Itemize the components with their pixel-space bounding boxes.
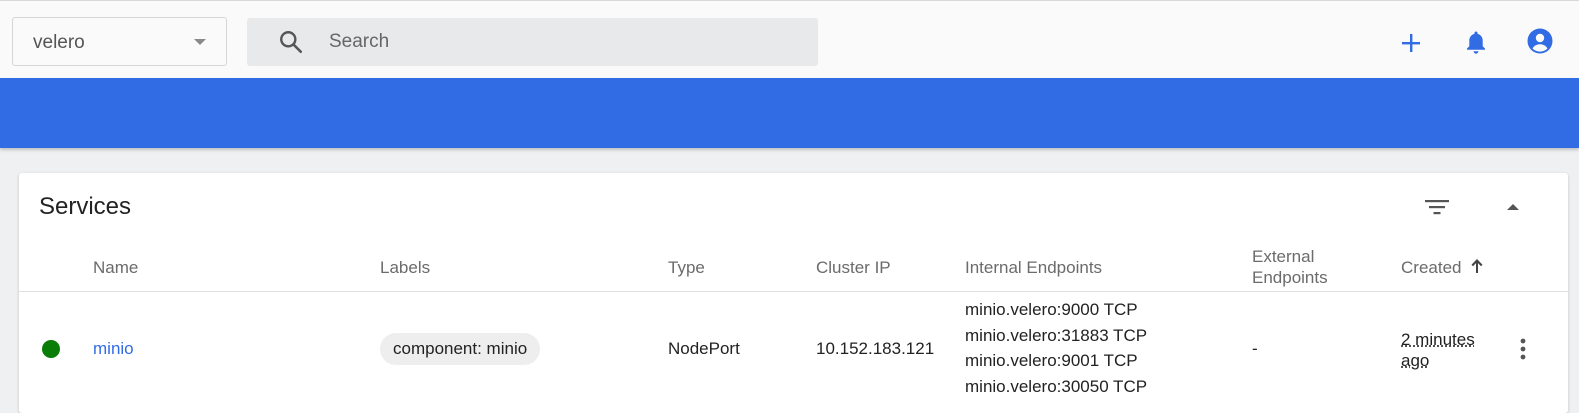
account-button[interactable] — [1522, 23, 1558, 59]
column-header-external-line2: Endpoints — [1252, 268, 1328, 287]
filter-icon — [1425, 200, 1449, 215]
search-icon — [280, 31, 303, 54]
status-indicator-icon — [42, 340, 60, 358]
column-header-external-endpoints: External Endpoints — [1252, 246, 1328, 288]
column-header-internal-endpoints: Internal Endpoints — [965, 258, 1103, 277]
column-header-name[interactable]: Name — [93, 257, 138, 278]
namespace-selector[interactable]: velero — [12, 17, 227, 66]
filter-button[interactable] — [1419, 189, 1455, 225]
column-header-external-line1: External — [1252, 247, 1315, 266]
search-bar — [247, 18, 818, 66]
namespace-value: velero — [33, 32, 85, 53]
column-header-created-label: Created — [1401, 258, 1462, 277]
more-vertical-icon — [1520, 338, 1526, 360]
header-divider — [19, 291, 1568, 292]
search-input[interactable] — [327, 18, 807, 66]
top-toolbar: velero — [0, 0, 1579, 78]
created-time-line1: 2 minutes — [1401, 330, 1475, 349]
row-actions-button[interactable] — [1505, 331, 1541, 367]
account-icon — [1527, 28, 1553, 54]
service-name-link[interactable]: minio — [93, 339, 134, 358]
create-button[interactable] — [1393, 25, 1429, 61]
arrow-up-icon — [1471, 259, 1483, 273]
created-time-line2: ago — [1401, 351, 1430, 370]
bell-icon — [1467, 31, 1485, 54]
external-endpoints-cell: - — [1252, 339, 1258, 358]
column-header-cluster-ip[interactable]: Cluster IP — [816, 257, 891, 278]
chevron-up-icon — [1507, 204, 1519, 210]
column-header-labels: Labels — [380, 258, 431, 277]
cluster-ip-cell: 10.152.183.121 — [816, 339, 935, 358]
internal-endpoint: minio.velero:9000 TCP — [965, 300, 1138, 319]
internal-endpoint: minio.velero:9001 TCP — [965, 351, 1138, 370]
add-icon — [1402, 34, 1420, 52]
collapse-button[interactable] — [1495, 189, 1531, 225]
notifications-button[interactable] — [1458, 24, 1494, 60]
services-card: Services Name Labels Type Cluster IP Int… — [19, 173, 1568, 413]
created-cell: 2 minutes ago — [1401, 329, 1475, 371]
page-banner — [0, 78, 1579, 148]
service-type-cell: NodePort — [668, 339, 740, 358]
card-title: Services — [39, 193, 132, 220]
chevron-down-icon — [194, 39, 206, 45]
internal-endpoints-cell: minio.velero:9000 TCP minio.velero:31883… — [965, 297, 1147, 399]
service-name-cell: minio — [93, 339, 134, 359]
label-chip: component: minio — [380, 333, 541, 365]
internal-endpoint: minio.velero:30050 TCP — [965, 376, 1148, 396]
column-header-created[interactable]: Created — [1401, 257, 1484, 278]
column-header-type[interactable]: Type — [668, 257, 705, 278]
internal-endpoint: minio.velero:31883 TCP — [965, 325, 1148, 345]
